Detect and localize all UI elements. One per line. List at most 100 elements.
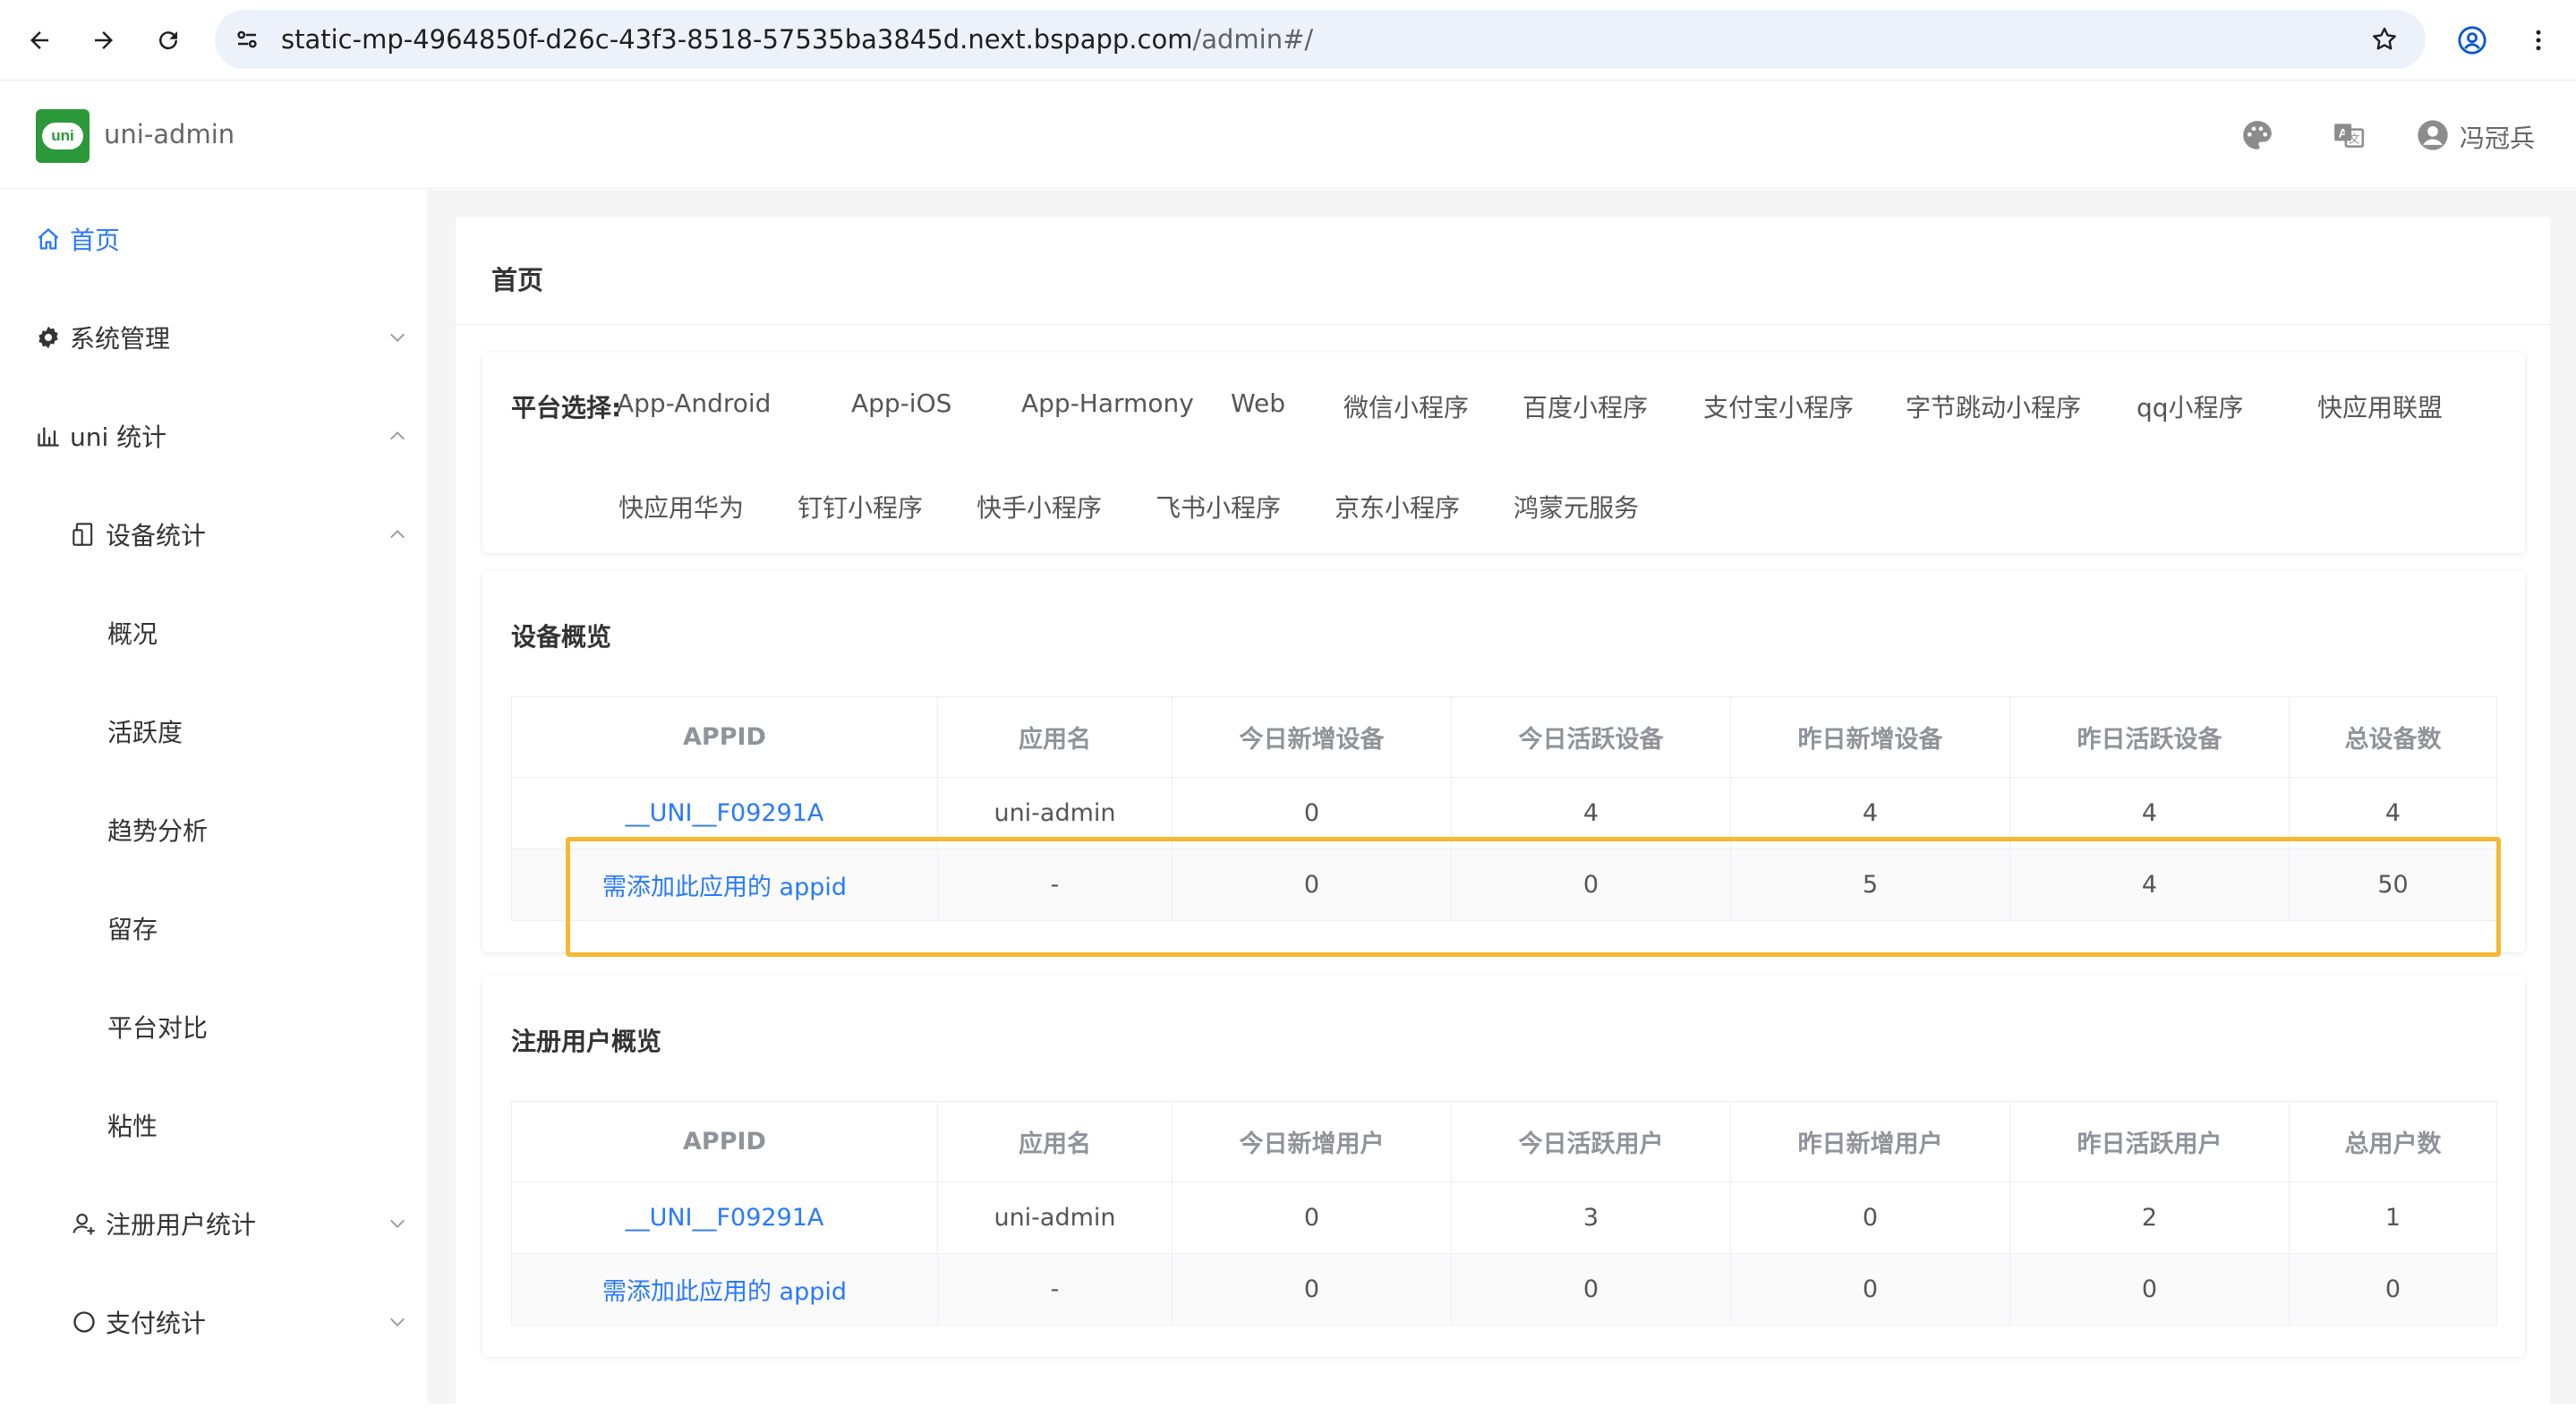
sidebar-item-pay-stat[interactable]: 支付统计 bbox=[0, 1273, 428, 1371]
sidebar-item-label: 首页 bbox=[70, 226, 121, 255]
page-card: 首页 平台选择: App-Android App-iOS App-Harmony… bbox=[456, 217, 2550, 1416]
platform-option[interactable]: App-Android bbox=[617, 388, 771, 418]
table-cell: 0 bbox=[1172, 1181, 1452, 1254]
device-icon bbox=[70, 520, 98, 549]
sidebar-item-label: 系统管理 bbox=[70, 324, 171, 354]
table-header: 今日活跃用户 bbox=[1451, 1101, 1731, 1182]
platform-panel: 平台选择: App-Android App-iOS App-Harmony We… bbox=[482, 353, 2525, 553]
app-header: uni uni-admin A文 冯冠兵 bbox=[0, 81, 2576, 189]
sidebar-item-label: uni 统计 bbox=[70, 422, 167, 452]
table-header: 昨日活跃设备 bbox=[2009, 696, 2290, 778]
table-header: APPID bbox=[511, 696, 938, 778]
translate-icon[interactable]: A文 bbox=[2329, 115, 2368, 155]
table-header: 昨日活跃用户 bbox=[2009, 1101, 2290, 1182]
platform-option[interactable]: 快手小程序 bbox=[977, 489, 1102, 525]
browser-toolbar: static-mp-4964850f-d26c-43f3-8518-57535b… bbox=[0, 0, 2576, 81]
sidebar-item-overview[interactable]: 概况 bbox=[0, 584, 428, 682]
sidebar-item-label: 概况 bbox=[107, 619, 158, 649]
sidebar-item-system[interactable]: 系统管理 bbox=[0, 288, 428, 387]
sidebar-item-label: 设备统计 bbox=[106, 521, 207, 550]
platform-option[interactable]: 京东小程序 bbox=[1335, 489, 1460, 525]
profile-icon[interactable] bbox=[2454, 22, 2490, 58]
logo-text: uni bbox=[42, 123, 83, 149]
reload-icon[interactable] bbox=[150, 22, 186, 58]
avatar-icon[interactable] bbox=[2413, 115, 2452, 155]
chevron-down-icon bbox=[385, 325, 410, 350]
sidebar-item-label: 留存 bbox=[107, 915, 158, 944]
address-bar[interactable]: static-mp-4964850f-d26c-43f3-8518-57535b… bbox=[215, 10, 2426, 69]
table-header: 今日新增用户 bbox=[1172, 1101, 1452, 1182]
platform-option[interactable]: 百度小程序 bbox=[1523, 388, 1648, 424]
site-info-icon[interactable] bbox=[229, 21, 265, 57]
forward-arrow-icon[interactable] bbox=[86, 22, 122, 58]
table-header: 总设备数 bbox=[2289, 696, 2497, 778]
app-logo[interactable]: uni bbox=[36, 109, 90, 163]
url-path: /admin#/ bbox=[1192, 24, 1314, 55]
platform-option[interactable]: App-Harmony bbox=[1021, 388, 1194, 418]
table-cell: 0 bbox=[2009, 1253, 2290, 1326]
user-table: APPID 应用名 今日新增用户 今日活跃用户 昨日新增用户 昨日活跃用户 总用… bbox=[511, 1101, 2497, 1326]
sidebar-item-trend[interactable]: 趋势分析 bbox=[0, 781, 428, 879]
highlight-annotation bbox=[566, 837, 2501, 957]
chevron-down-icon bbox=[385, 1309, 410, 1335]
bookmark-star-icon[interactable] bbox=[2367, 21, 2402, 57]
appid-link[interactable]: __UNI__F09291A bbox=[511, 1181, 938, 1254]
table-header: 总用户数 bbox=[2289, 1101, 2497, 1182]
sidebar-item-activity[interactable]: 活跃度 bbox=[0, 682, 428, 781]
platform-option[interactable]: 支付宝小程序 bbox=[1703, 388, 1854, 424]
table-cell: 0 bbox=[2289, 1253, 2497, 1326]
sidebar-item-retention[interactable]: 留存 bbox=[0, 879, 428, 977]
sidebar-item-home[interactable]: 首页 bbox=[0, 190, 428, 288]
chevron-up-icon bbox=[385, 522, 410, 547]
sidebar-item-platform-compare[interactable]: 平台对比 bbox=[0, 977, 428, 1076]
sidebar-item-uni-stat[interactable]: uni 统计 bbox=[0, 387, 428, 485]
sidebar-item-stickiness[interactable]: 粘性 bbox=[0, 1076, 428, 1174]
palette-icon[interactable] bbox=[2238, 115, 2277, 155]
svg-text:文: 文 bbox=[2349, 132, 2360, 146]
table-header: 昨日新增用户 bbox=[1730, 1101, 2010, 1182]
table-header: 应用名 bbox=[937, 696, 1173, 778]
sidebar-item-label: 平台对比 bbox=[107, 1013, 209, 1043]
sidebar: 首页 系统管理 uni 统计 设备统计 概况 活跃度 趋势分析 留存 平台对比 … bbox=[0, 190, 428, 1403]
user-name[interactable]: 冯冠兵 bbox=[2460, 119, 2535, 155]
more-menu-icon[interactable] bbox=[2521, 22, 2556, 58]
platform-option[interactable]: 快应用华为 bbox=[618, 489, 744, 525]
platform-option[interactable]: 字节跳动小程序 bbox=[1906, 388, 2081, 424]
table-header: 今日活跃设备 bbox=[1451, 696, 1731, 778]
platform-option[interactable]: qq小程序 bbox=[2137, 388, 2244, 424]
sidebar-item-user-stat[interactable]: 注册用户统计 bbox=[0, 1174, 428, 1273]
user-overview-title: 注册用户概览 bbox=[511, 1027, 662, 1056]
table-header: APPID bbox=[511, 1101, 938, 1182]
user-icon bbox=[70, 1209, 98, 1238]
table-cell: - bbox=[937, 1253, 1173, 1326]
platform-option[interactable]: App-iOS bbox=[851, 388, 951, 418]
chevron-down-icon bbox=[385, 1211, 410, 1236]
back-arrow-icon[interactable] bbox=[21, 22, 57, 58]
chevron-up-icon bbox=[385, 423, 410, 448]
platform-option[interactable]: 鸿蒙元服务 bbox=[1514, 489, 1639, 525]
table-header: 应用名 bbox=[937, 1101, 1173, 1182]
sidebar-item-label: 活跃度 bbox=[107, 718, 183, 747]
platform-option[interactable]: Web bbox=[1231, 388, 1285, 418]
device-overview-title: 设备概览 bbox=[511, 622, 612, 652]
table-cell: 3 bbox=[1451, 1181, 1731, 1254]
platform-option[interactable]: 钉钉小程序 bbox=[798, 489, 923, 525]
sidebar-item-label: 支付统计 bbox=[106, 1309, 207, 1338]
platform-option[interactable]: 飞书小程序 bbox=[1156, 489, 1281, 525]
table-header: 昨日新增设备 bbox=[1730, 696, 2010, 778]
table-row: __UNI__F09291A uni-admin 0 3 0 2 1 bbox=[511, 1181, 2497, 1254]
circle-icon bbox=[70, 1308, 98, 1336]
table-header: 今日新增设备 bbox=[1172, 696, 1452, 778]
chart-icon bbox=[34, 422, 63, 450]
add-appid-link[interactable]: 需添加此应用的 appid bbox=[511, 1253, 938, 1326]
table-header-row: APPID 应用名 今日新增用户 今日活跃用户 昨日新增用户 昨日活跃用户 总用… bbox=[511, 1101, 2497, 1182]
sidebar-item-device-stat[interactable]: 设备统计 bbox=[0, 485, 428, 584]
table-cell: 0 bbox=[1451, 1253, 1731, 1326]
table-cell: 0 bbox=[1172, 1253, 1452, 1326]
table-header-row: APPID 应用名 今日新增设备 今日活跃设备 昨日新增设备 昨日活跃设备 总设… bbox=[511, 696, 2497, 778]
user-overview-panel: 注册用户概览 APPID 应用名 今日新增用户 今日活跃用户 昨日新增用户 昨日… bbox=[482, 976, 2525, 1357]
sidebar-item-label: 注册用户统计 bbox=[106, 1210, 257, 1240]
platform-option[interactable]: 快应用联盟 bbox=[2317, 388, 2443, 424]
platform-label: 平台选择: bbox=[511, 393, 622, 422]
platform-option[interactable]: 微信小程序 bbox=[1343, 388, 1469, 424]
